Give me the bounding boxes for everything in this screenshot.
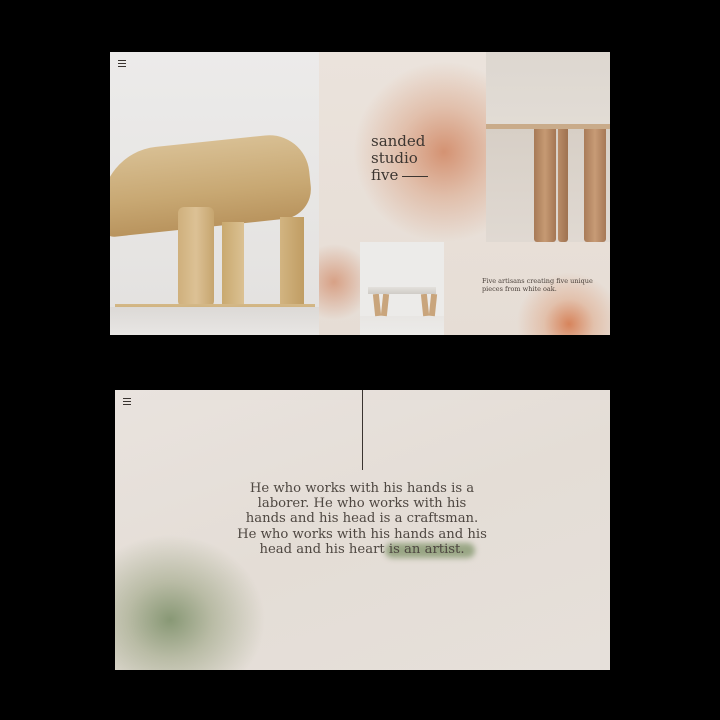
- chair-photo: [110, 52, 319, 335]
- slide-quote: He who works with his hands is a laborer…: [115, 390, 610, 670]
- brand-logo: sanded studio five: [371, 132, 429, 184]
- divider-line: [362, 390, 363, 470]
- quote-highlight: is an artist.: [388, 541, 465, 557]
- tagline: Five artisans creating five unique piece…: [482, 277, 593, 293]
- brand-line-2: studio: [371, 149, 418, 167]
- brand-line-1: sanded: [371, 132, 426, 150]
- slide-hero: sanded studio five Five artisans creatin…: [110, 52, 610, 335]
- bench-photo: [360, 242, 444, 335]
- hamburger-menu-icon[interactable]: [123, 398, 131, 405]
- brand-rule: [402, 175, 429, 177]
- quote: He who works with his hands is a laborer…: [237, 481, 487, 557]
- brand-line-3: five: [371, 166, 399, 184]
- table-photo: [486, 52, 610, 242]
- hamburger-menu-icon[interactable]: [118, 60, 126, 67]
